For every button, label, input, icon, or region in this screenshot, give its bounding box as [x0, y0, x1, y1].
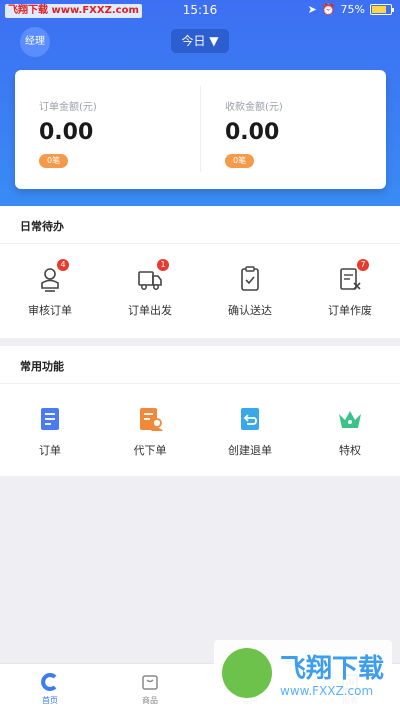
task-badge: 1 [157, 259, 169, 271]
function-create-return[interactable]: 创建退单 [200, 404, 300, 458]
task-badge: 4 [57, 259, 69, 271]
return-order-icon [235, 404, 265, 434]
stat-order-amount[interactable]: 订单金额(元) 0.00 0笔 [15, 70, 200, 189]
tab-label: 首页 [42, 696, 58, 705]
order-proxy-icon [135, 404, 165, 434]
alarm-icon: ⏰ [321, 3, 336, 16]
stats-card: 订单金额(元) 0.00 0笔 收款金额(元) 0.00 0笔 [15, 70, 386, 189]
stat-value: 0.00 [39, 120, 94, 145]
bag-icon [140, 672, 160, 692]
task-review-order[interactable]: 4 审核订单 [0, 259, 100, 318]
task-order-depart[interactable]: 1 订单出发 [100, 259, 200, 318]
task-badge: 7 [357, 259, 369, 271]
status-bar: 飞翔下载 www.FXXZ.com 15:16 ➤ ⏰ 75% [0, 0, 400, 22]
function-orders[interactable]: 订单 [0, 404, 100, 458]
battery-percent: 75% [340, 3, 365, 16]
document-cancel-icon: 7 [335, 259, 369, 294]
stat-label: 订单金额(元) [39, 102, 97, 113]
function-label: 特权 [339, 444, 361, 457]
section-title: 常用功能 [20, 360, 64, 373]
task-label: 审核订单 [28, 304, 72, 317]
tab-products[interactable]: 商品 [100, 664, 200, 711]
function-label: 订单 [39, 444, 61, 457]
daily-tasks-section: 日常待办 4 审核订单 1 订单出发 确认送达 7 订单作废 [0, 206, 400, 338]
location-icon: ➤ [307, 3, 317, 16]
user-review-icon: 4 [35, 259, 69, 294]
stat-label: 收款金额(元) [225, 102, 283, 113]
notebook-icon [35, 404, 65, 434]
battery-icon [370, 4, 394, 15]
date-filter-dropdown[interactable]: 今日 ▼ [171, 29, 229, 53]
truck-icon: 1 [135, 259, 169, 294]
function-proxy-order[interactable]: 代下单 [100, 404, 200, 458]
divider [0, 383, 400, 384]
function-label: 代下单 [133, 444, 167, 457]
tab-label: 商品 [142, 696, 158, 705]
task-label: 订单出发 [128, 304, 172, 317]
watermark-logo-icon [222, 648, 272, 698]
common-functions-section: 常用功能 订单 代下单 创建退单 特权 [0, 346, 400, 476]
tab-home[interactable]: 首页 [0, 664, 100, 711]
stat-payment-amount[interactable]: 收款金额(元) 0.00 0笔 [201, 70, 386, 189]
crown-icon [335, 404, 365, 434]
task-label: 确认送达 [228, 304, 272, 317]
stat-count-pill: 0笔 [39, 154, 69, 168]
task-void-order[interactable]: 7 订单作废 [300, 259, 400, 318]
watermark-overlay: 飞翔下载 www.FXXZ.com [214, 640, 392, 706]
task-confirm-delivery[interactable]: 确认送达 [200, 264, 300, 318]
section-title: 日常待办 [20, 220, 64, 233]
status-icons: ➤ ⏰ 75% [307, 3, 394, 16]
function-label: 创建退单 [228, 444, 272, 457]
function-privilege[interactable]: 特权 [300, 404, 400, 458]
stat-value: 0.00 [225, 120, 280, 145]
home-c-icon [40, 672, 60, 692]
watermark-text: 飞翔下载 [280, 654, 385, 684]
watermark-url: www.FXXZ.com [280, 684, 374, 698]
clipboard-check-icon [235, 264, 265, 294]
role-badge[interactable]: 经理 [20, 27, 50, 57]
task-label: 订单作废 [328, 304, 372, 317]
stat-count-pill: 0笔 [225, 154, 255, 168]
divider [0, 243, 400, 244]
